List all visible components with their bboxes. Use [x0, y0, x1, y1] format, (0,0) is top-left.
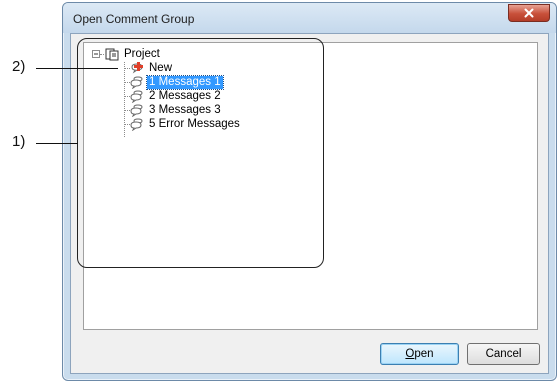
close-button[interactable] [508, 4, 550, 22]
project-icon [105, 48, 119, 61]
tree-node-label: 2 Messages 2 [149, 89, 221, 102]
callout-2-label: 2) [12, 58, 26, 75]
new-item-icon [130, 61, 144, 75]
tree-node-project[interactable]: Project [105, 47, 162, 61]
tree-node-label: New [149, 61, 173, 74]
cancel-button-label: Cancel [485, 348, 522, 360]
dialog-client-area: Project New 1 Messages 1 2 Messages 2 3 … [70, 33, 549, 374]
comment-group-icon [130, 75, 144, 89]
open-button-accelerator: O [405, 348, 415, 360]
open-button[interactable]: Open [380, 343, 459, 365]
open-comment-group-dialog: Open Comment Group Project New 1 Message… [62, 2, 557, 381]
close-icon [524, 8, 534, 18]
tree-node-messages-1[interactable]: 1 Messages 1 [130, 74, 224, 90]
comment-group-tree[interactable]: Project New 1 Messages 1 2 Messages 2 3 … [83, 42, 538, 330]
tree-node-label: 5 Error Messages [149, 117, 240, 130]
tree-node-new[interactable]: New [130, 61, 174, 75]
tree-node-label: 3 Messages 3 [149, 103, 221, 116]
callout-2-leader-line [36, 68, 118, 69]
title-bar[interactable]: Open Comment Group [63, 3, 556, 33]
open-button-label: pen [414, 348, 434, 360]
comment-group-icon [130, 89, 144, 103]
callout-1-label: 1) [12, 133, 26, 150]
window-title: Open Comment Group [73, 12, 195, 26]
tree-node-messages-3[interactable]: 3 Messages 3 [130, 103, 223, 117]
tree-view: Project New 1 Messages 1 2 Messages 2 3 … [84, 43, 537, 329]
minus-icon [94, 53, 98, 55]
comment-group-icon [130, 103, 144, 117]
tree-node-label: Project [124, 47, 160, 60]
callout-1-leader-line [36, 143, 78, 144]
root-collapse-toggle[interactable] [92, 50, 100, 58]
tree-node-label: 1 Messages 1 [146, 74, 224, 90]
comment-group-icon [130, 117, 144, 131]
cancel-button[interactable]: Cancel [467, 343, 540, 365]
tree-node-messages-2[interactable]: 2 Messages 2 [130, 89, 223, 103]
screenshot-stage: Open Comment Group Project New 1 Message… [0, 0, 559, 383]
tree-node-error-messages[interactable]: 5 Error Messages [130, 117, 242, 131]
